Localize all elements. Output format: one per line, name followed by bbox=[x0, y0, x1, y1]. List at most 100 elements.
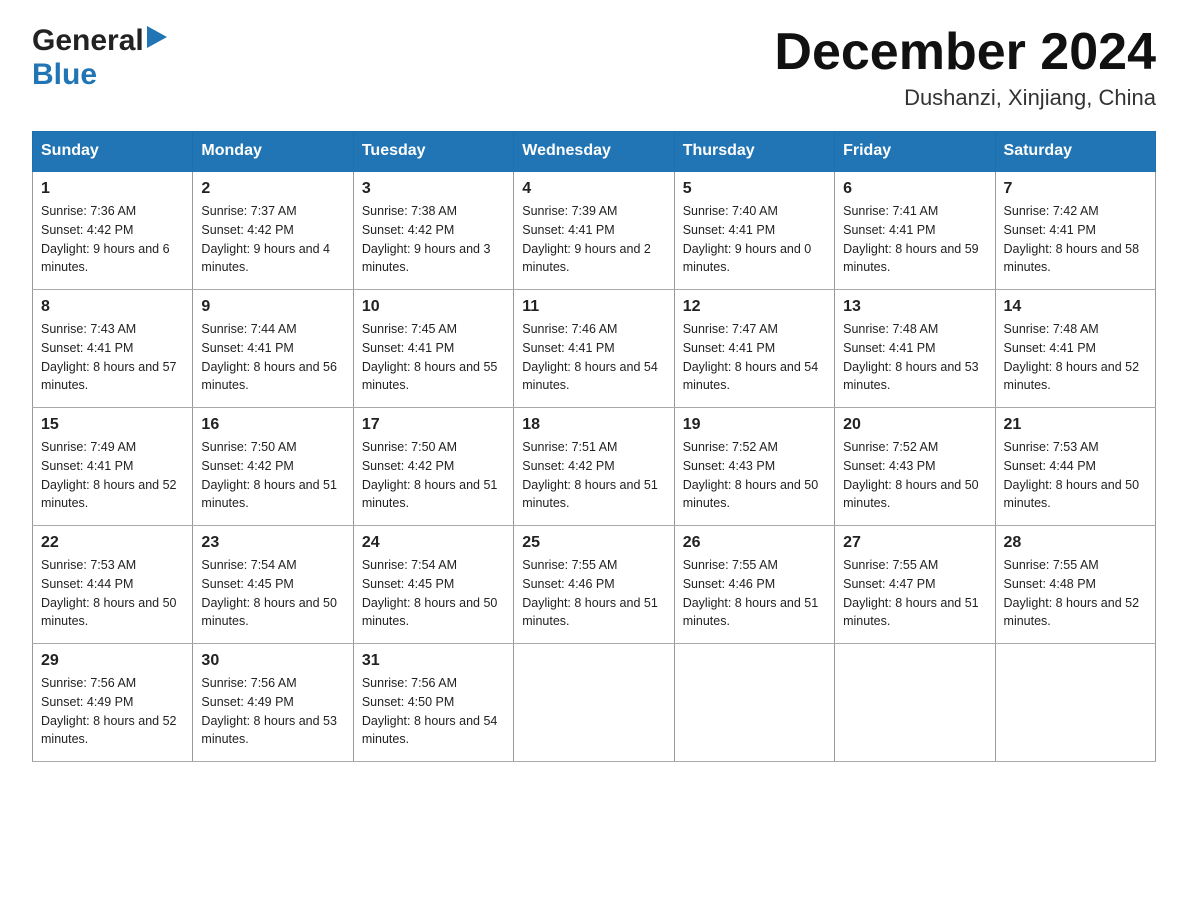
sunrise-label: Sunrise: 7:52 AM bbox=[683, 440, 778, 454]
sunrise-label: Sunrise: 7:39 AM bbox=[522, 204, 617, 218]
sunset-label: Sunset: 4:41 PM bbox=[1004, 223, 1096, 237]
daylight-label: Daylight: 9 hours and 6 minutes. bbox=[41, 242, 170, 275]
sunset-label: Sunset: 4:46 PM bbox=[522, 577, 614, 591]
calendar-cell: 3 Sunrise: 7:38 AM Sunset: 4:42 PM Dayli… bbox=[353, 171, 513, 290]
calendar-cell: 2 Sunrise: 7:37 AM Sunset: 4:42 PM Dayli… bbox=[193, 171, 353, 290]
daylight-label: Daylight: 8 hours and 50 minutes. bbox=[843, 478, 979, 511]
day-number: 20 bbox=[843, 416, 986, 434]
day-number: 14 bbox=[1004, 298, 1147, 316]
sunset-label: Sunset: 4:41 PM bbox=[362, 341, 454, 355]
daylight-label: Daylight: 8 hours and 51 minutes. bbox=[843, 596, 979, 629]
day-info: Sunrise: 7:37 AM Sunset: 4:42 PM Dayligh… bbox=[201, 202, 344, 277]
daylight-label: Daylight: 8 hours and 50 minutes. bbox=[1004, 478, 1140, 511]
day-info: Sunrise: 7:50 AM Sunset: 4:42 PM Dayligh… bbox=[362, 438, 505, 513]
calendar-cell: 10 Sunrise: 7:45 AM Sunset: 4:41 PM Dayl… bbox=[353, 290, 513, 408]
sunrise-label: Sunrise: 7:56 AM bbox=[201, 676, 296, 690]
weekday-header-friday: Friday bbox=[835, 132, 995, 172]
location-subtitle: Dushanzi, Xinjiang, China bbox=[774, 85, 1156, 111]
day-number: 15 bbox=[41, 416, 184, 434]
day-number: 5 bbox=[683, 180, 826, 198]
day-info: Sunrise: 7:52 AM Sunset: 4:43 PM Dayligh… bbox=[683, 438, 826, 513]
day-info: Sunrise: 7:48 AM Sunset: 4:41 PM Dayligh… bbox=[1004, 320, 1147, 395]
calendar-cell: 27 Sunrise: 7:55 AM Sunset: 4:47 PM Dayl… bbox=[835, 526, 995, 644]
month-year-title: December 2024 bbox=[774, 24, 1156, 81]
logo-blue-text: Blue bbox=[32, 58, 97, 91]
weekday-header-sunday: Sunday bbox=[33, 132, 193, 172]
daylight-label: Daylight: 8 hours and 57 minutes. bbox=[41, 360, 177, 393]
day-info: Sunrise: 7:42 AM Sunset: 4:41 PM Dayligh… bbox=[1004, 202, 1147, 277]
day-info: Sunrise: 7:55 AM Sunset: 4:47 PM Dayligh… bbox=[843, 556, 986, 631]
calendar-cell: 21 Sunrise: 7:53 AM Sunset: 4:44 PM Dayl… bbox=[995, 408, 1155, 526]
day-number: 7 bbox=[1004, 180, 1147, 198]
calendar-title-area: December 2024 Dushanzi, Xinjiang, China bbox=[774, 24, 1156, 111]
day-info: Sunrise: 7:51 AM Sunset: 4:42 PM Dayligh… bbox=[522, 438, 665, 513]
daylight-label: Daylight: 8 hours and 51 minutes. bbox=[683, 596, 819, 629]
weekday-header-saturday: Saturday bbox=[995, 132, 1155, 172]
day-number: 17 bbox=[362, 416, 505, 434]
sunrise-label: Sunrise: 7:48 AM bbox=[843, 322, 938, 336]
calendar-cell: 5 Sunrise: 7:40 AM Sunset: 4:41 PM Dayli… bbox=[674, 171, 834, 290]
sunrise-label: Sunrise: 7:49 AM bbox=[41, 440, 136, 454]
daylight-label: Daylight: 8 hours and 56 minutes. bbox=[201, 360, 337, 393]
sunrise-label: Sunrise: 7:53 AM bbox=[1004, 440, 1099, 454]
calendar-cell: 18 Sunrise: 7:51 AM Sunset: 4:42 PM Dayl… bbox=[514, 408, 674, 526]
day-number: 11 bbox=[522, 298, 665, 316]
daylight-label: Daylight: 8 hours and 50 minutes. bbox=[41, 596, 177, 629]
day-info: Sunrise: 7:54 AM Sunset: 4:45 PM Dayligh… bbox=[362, 556, 505, 631]
day-number: 27 bbox=[843, 534, 986, 552]
sunrise-label: Sunrise: 7:40 AM bbox=[683, 204, 778, 218]
calendar-cell: 29 Sunrise: 7:56 AM Sunset: 4:49 PM Dayl… bbox=[33, 644, 193, 762]
sunset-label: Sunset: 4:44 PM bbox=[41, 577, 133, 591]
sunset-label: Sunset: 4:41 PM bbox=[683, 341, 775, 355]
day-info: Sunrise: 7:48 AM Sunset: 4:41 PM Dayligh… bbox=[843, 320, 986, 395]
day-info: Sunrise: 7:41 AM Sunset: 4:41 PM Dayligh… bbox=[843, 202, 986, 277]
daylight-label: Daylight: 8 hours and 55 minutes. bbox=[362, 360, 498, 393]
sunset-label: Sunset: 4:50 PM bbox=[362, 695, 454, 709]
calendar-week-row: 15 Sunrise: 7:49 AM Sunset: 4:41 PM Dayl… bbox=[33, 408, 1156, 526]
day-info: Sunrise: 7:53 AM Sunset: 4:44 PM Dayligh… bbox=[1004, 438, 1147, 513]
daylight-label: Daylight: 8 hours and 52 minutes. bbox=[41, 478, 177, 511]
logo: General Blue bbox=[32, 24, 167, 92]
sunset-label: Sunset: 4:42 PM bbox=[362, 459, 454, 473]
day-number: 30 bbox=[201, 652, 344, 670]
sunset-label: Sunset: 4:45 PM bbox=[201, 577, 293, 591]
sunset-label: Sunset: 4:41 PM bbox=[201, 341, 293, 355]
calendar-cell: 28 Sunrise: 7:55 AM Sunset: 4:48 PM Dayl… bbox=[995, 526, 1155, 644]
sunrise-label: Sunrise: 7:42 AM bbox=[1004, 204, 1099, 218]
sunrise-label: Sunrise: 7:54 AM bbox=[362, 558, 457, 572]
daylight-label: Daylight: 9 hours and 0 minutes. bbox=[683, 242, 812, 275]
sunset-label: Sunset: 4:47 PM bbox=[843, 577, 935, 591]
calendar-cell: 6 Sunrise: 7:41 AM Sunset: 4:41 PM Dayli… bbox=[835, 171, 995, 290]
day-info: Sunrise: 7:44 AM Sunset: 4:41 PM Dayligh… bbox=[201, 320, 344, 395]
calendar-cell: 15 Sunrise: 7:49 AM Sunset: 4:41 PM Dayl… bbox=[33, 408, 193, 526]
calendar-cell: 16 Sunrise: 7:50 AM Sunset: 4:42 PM Dayl… bbox=[193, 408, 353, 526]
calendar-cell bbox=[835, 644, 995, 762]
sunrise-label: Sunrise: 7:50 AM bbox=[201, 440, 296, 454]
day-info: Sunrise: 7:49 AM Sunset: 4:41 PM Dayligh… bbox=[41, 438, 184, 513]
sunset-label: Sunset: 4:41 PM bbox=[522, 341, 614, 355]
calendar-cell bbox=[514, 644, 674, 762]
day-info: Sunrise: 7:45 AM Sunset: 4:41 PM Dayligh… bbox=[362, 320, 505, 395]
sunrise-label: Sunrise: 7:47 AM bbox=[683, 322, 778, 336]
day-number: 3 bbox=[362, 180, 505, 198]
sunset-label: Sunset: 4:41 PM bbox=[683, 223, 775, 237]
daylight-label: Daylight: 9 hours and 3 minutes. bbox=[362, 242, 491, 275]
calendar-table: SundayMondayTuesdayWednesdayThursdayFrid… bbox=[32, 131, 1156, 762]
daylight-label: Daylight: 8 hours and 58 minutes. bbox=[1004, 242, 1140, 275]
day-number: 1 bbox=[41, 180, 184, 198]
calendar-cell: 25 Sunrise: 7:55 AM Sunset: 4:46 PM Dayl… bbox=[514, 526, 674, 644]
calendar-cell: 9 Sunrise: 7:44 AM Sunset: 4:41 PM Dayli… bbox=[193, 290, 353, 408]
sunrise-label: Sunrise: 7:55 AM bbox=[683, 558, 778, 572]
daylight-label: Daylight: 8 hours and 54 minutes. bbox=[683, 360, 819, 393]
day-number: 26 bbox=[683, 534, 826, 552]
sunset-label: Sunset: 4:41 PM bbox=[1004, 341, 1096, 355]
calendar-cell: 30 Sunrise: 7:56 AM Sunset: 4:49 PM Dayl… bbox=[193, 644, 353, 762]
day-number: 6 bbox=[843, 180, 986, 198]
day-number: 29 bbox=[41, 652, 184, 670]
calendar-cell bbox=[995, 644, 1155, 762]
sunrise-label: Sunrise: 7:55 AM bbox=[843, 558, 938, 572]
sunrise-label: Sunrise: 7:46 AM bbox=[522, 322, 617, 336]
day-info: Sunrise: 7:55 AM Sunset: 4:46 PM Dayligh… bbox=[522, 556, 665, 631]
day-info: Sunrise: 7:56 AM Sunset: 4:49 PM Dayligh… bbox=[201, 674, 344, 749]
daylight-label: Daylight: 8 hours and 53 minutes. bbox=[201, 714, 337, 747]
